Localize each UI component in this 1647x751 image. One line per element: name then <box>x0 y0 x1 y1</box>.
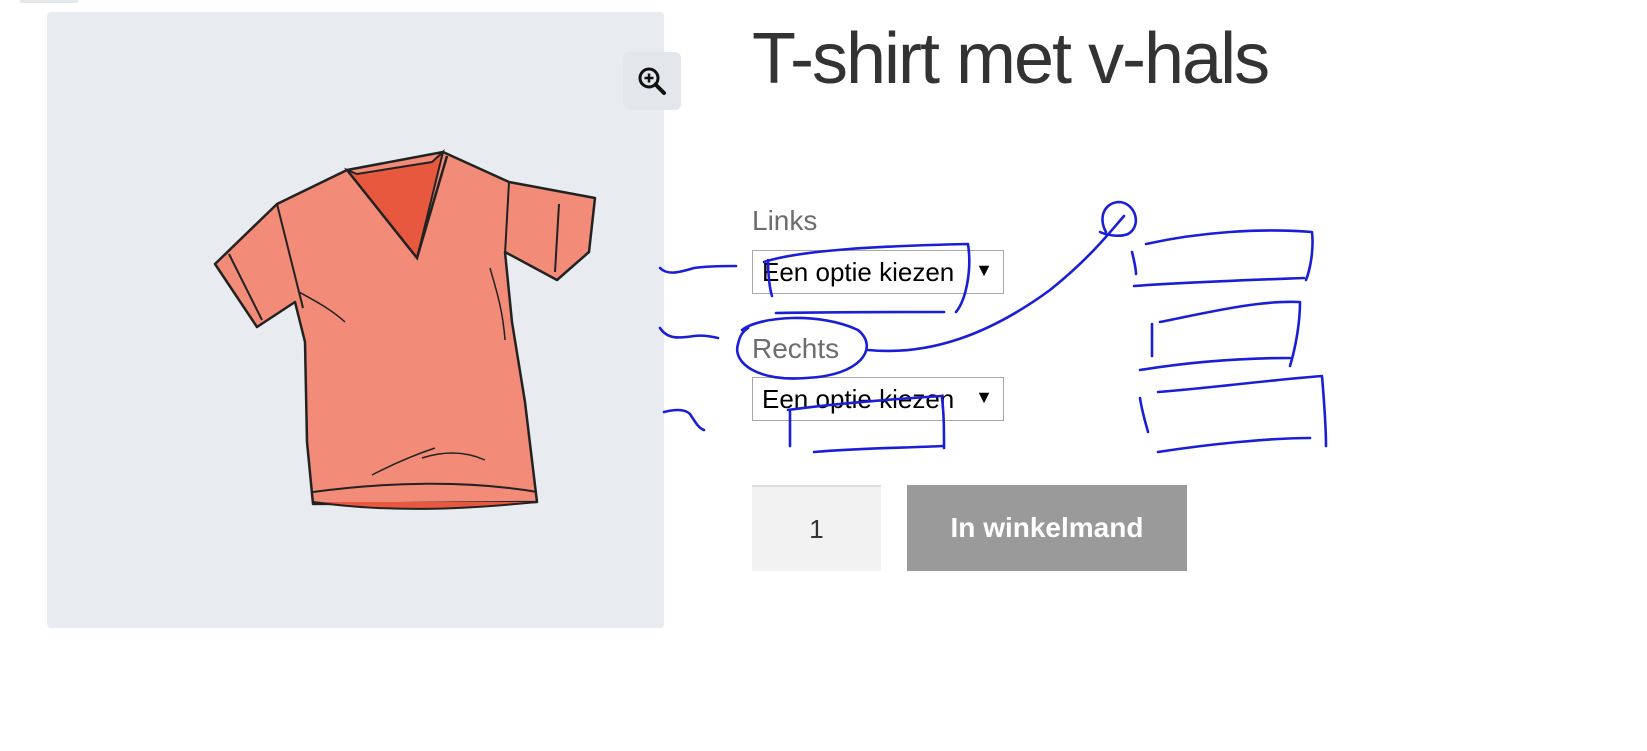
zoom-in-icon <box>638 67 666 95</box>
zoom-button[interactable] <box>623 52 681 110</box>
variation-select-rechts[interactable]: Een optie kiezen ▼ <box>752 377 1004 421</box>
caret-down-icon: ▼ <box>975 387 993 407</box>
product-title: T-shirt met v-hals <box>752 19 1270 99</box>
top-tab-edge <box>20 0 78 3</box>
select-value: Een optie kiezen <box>762 383 955 414</box>
variation-label-rechts: Rechts <box>752 333 840 364</box>
product-gallery <box>47 12 681 628</box>
product-image[interactable] <box>207 142 602 522</box>
variation-select-links[interactable]: Een optie kiezen ▼ <box>752 250 1004 294</box>
product-page: T-shirt met v-hals Links Een optie kieze… <box>0 0 1647 751</box>
quantity-input[interactable]: 1 <box>752 485 881 571</box>
select-value: Een optie kiezen <box>762 256 955 287</box>
add-to-cart-button[interactable]: In winkelmand <box>907 485 1187 571</box>
caret-down-icon: ▼ <box>975 260 993 280</box>
variation-label-links: Links <box>752 205 818 236</box>
